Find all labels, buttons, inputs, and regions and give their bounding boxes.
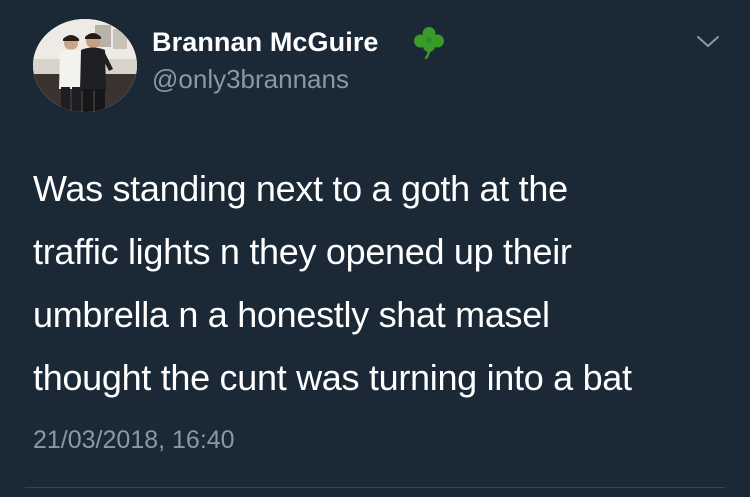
tweet-timestamp[interactable]: 21/03/2018, 16:40 <box>33 426 235 455</box>
tweet-text-line: Was standing next to a goth at the <box>33 168 568 209</box>
tweet-text-line: umbrella n a honestly shat masel <box>33 294 550 335</box>
avatar[interactable] <box>33 19 137 112</box>
tweet-text-line: thought the cunt was turning into a bat <box>33 357 632 398</box>
tweet-card: Brannan McGuire @only3brannans Was stand… <box>0 0 750 497</box>
display-name[interactable]: Brannan McGuire <box>152 27 379 58</box>
shamrock-icon <box>411 24 447 60</box>
tweet-text-line: traffic lights n they opened up their <box>33 231 572 272</box>
divider <box>25 487 725 488</box>
tweet-text: Was standing next to a goth at the traff… <box>33 157 733 409</box>
user-handle[interactable]: @only3brannans <box>152 64 349 95</box>
chevron-down-icon[interactable] <box>694 30 722 52</box>
profile-photo-icon <box>33 19 137 112</box>
